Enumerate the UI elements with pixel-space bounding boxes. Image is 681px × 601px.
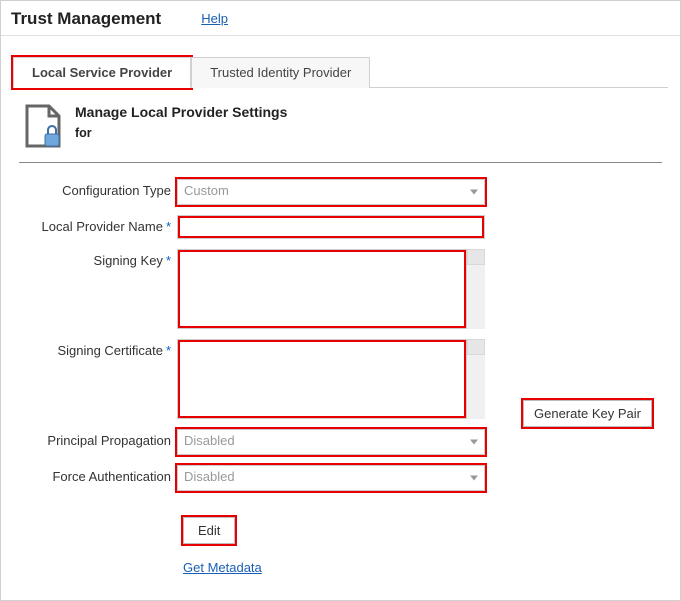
- row-local-provider-name: Local Provider Name*: [19, 215, 662, 239]
- principal-propagation-value: Disabled: [184, 433, 235, 448]
- get-metadata-link[interactable]: Get Metadata: [183, 560, 262, 575]
- label-force-authentication: Force Authentication: [19, 465, 177, 484]
- trust-management-frame: Trust Management Help Local Service Prov…: [0, 0, 681, 601]
- scrollbar-stub: [467, 339, 485, 419]
- principal-propagation-select[interactable]: Disabled: [177, 429, 485, 455]
- row-force-authentication: Force Authentication Disabled: [19, 465, 662, 491]
- label-signing-certificate: Signing Certificate*: [19, 339, 177, 358]
- force-authentication-value: Disabled: [184, 469, 235, 484]
- tab-local-service-provider[interactable]: Local Service Provider: [13, 57, 191, 88]
- document-lock-icon: [19, 102, 67, 150]
- required-indicator: *: [166, 253, 171, 268]
- row-principal-propagation: Principal Propagation Disabled: [19, 429, 662, 455]
- chevron-down-icon: [470, 440, 478, 445]
- chevron-down-icon: [470, 190, 478, 195]
- help-link[interactable]: Help: [201, 11, 228, 26]
- section-title: Manage Local Provider Settings: [75, 104, 287, 120]
- divider: [19, 162, 662, 163]
- form-actions: Edit Get Metadata: [183, 517, 662, 575]
- label-principal-propagation: Principal Propagation: [19, 429, 177, 448]
- header: Trust Management Help: [1, 1, 680, 36]
- label-configuration-type: Configuration Type: [19, 179, 177, 198]
- settings-form: Configuration Type Custom Local Provider…: [13, 179, 668, 575]
- configuration-type-select[interactable]: Custom: [177, 179, 485, 205]
- content: Local Service Provider Trusted Identity …: [1, 36, 680, 575]
- row-signing-key: Signing Key*: [19, 249, 662, 329]
- label-signing-key: Signing Key*: [19, 249, 177, 268]
- configuration-type-value: Custom: [184, 183, 229, 198]
- row-configuration-type: Configuration Type Custom: [19, 179, 662, 205]
- signing-certificate-textarea[interactable]: [177, 339, 467, 419]
- force-authentication-select[interactable]: Disabled: [177, 465, 485, 491]
- chevron-down-icon: [470, 476, 478, 481]
- signing-key-textarea[interactable]: [177, 249, 467, 329]
- edit-button[interactable]: Edit: [183, 517, 235, 544]
- tab-trusted-identity-provider[interactable]: Trusted Identity Provider: [191, 57, 370, 88]
- generate-key-pair-button[interactable]: Generate Key Pair: [523, 400, 652, 427]
- page-title: Trust Management: [11, 9, 161, 29]
- section-subtitle: for: [75, 126, 287, 140]
- required-indicator: *: [166, 219, 171, 234]
- tabs: Local Service Provider Trusted Identity …: [13, 56, 668, 88]
- label-local-provider-name: Local Provider Name*: [19, 215, 177, 234]
- local-provider-name-input[interactable]: [177, 215, 485, 239]
- required-indicator: *: [166, 343, 171, 358]
- section-text: Manage Local Provider Settings for: [75, 102, 287, 140]
- scrollbar-stub: [467, 249, 485, 329]
- section-head: Manage Local Provider Settings for: [13, 88, 668, 162]
